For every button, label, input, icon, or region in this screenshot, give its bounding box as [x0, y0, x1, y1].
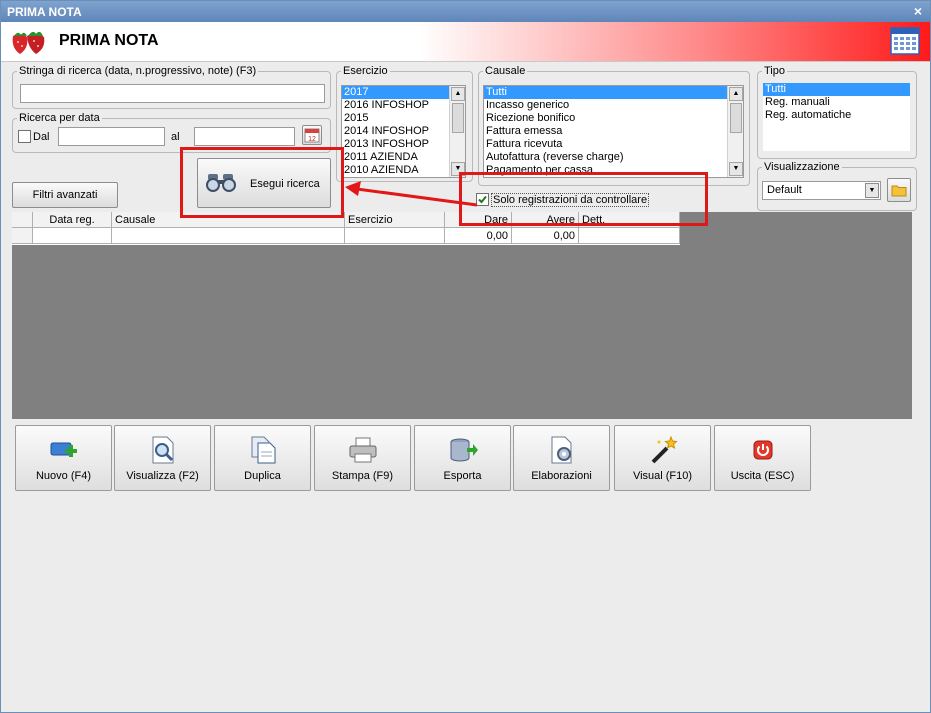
al-label: al [171, 131, 180, 143]
date-search-label: Ricerca per data [19, 112, 100, 124]
folder-icon [891, 185, 907, 197]
page-title: PRIMA NOTA [59, 32, 159, 49]
date-to-field[interactable] [194, 127, 295, 146]
printer-icon [349, 437, 376, 463]
esercizio-label: Esercizio [343, 65, 388, 77]
window-title: PRIMA NOTA [7, 5, 82, 19]
search-label: Stringa di ricerca (data, n.progressivo,… [19, 65, 257, 77]
list-item[interactable]: Fattura ricevuta [484, 138, 743, 151]
processing-button-label: Elaborazioni [531, 470, 592, 482]
chevron-down-icon[interactable]: ▼ [865, 183, 879, 198]
duplicate-button-label: Duplica [244, 470, 281, 482]
visualizzazione-label: Visualizzazione [764, 161, 840, 173]
visual-button[interactable]: Visual (F10) [614, 425, 711, 491]
row-selector[interactable] [12, 228, 33, 244]
table-cell[interactable]: 0,00 [512, 228, 579, 244]
duplicate-icon [251, 436, 275, 464]
svg-text:12: 12 [308, 136, 316, 143]
export-button-label: Esporta [443, 470, 482, 482]
causale-scrollbar[interactable]: ▲ ▼ [727, 86, 743, 177]
print-button-label: Stampa (F9) [331, 470, 394, 482]
new-record-icon [50, 442, 77, 457]
causale-list[interactable]: Tutti Incasso generico Ricezione bonific… [483, 85, 744, 178]
visualizzazione-value: Default [767, 184, 802, 196]
view-button[interactable]: Visualizza (F2) [114, 425, 211, 491]
advanced-filters-button[interactable]: Filtri avanzati [12, 182, 118, 208]
visualizzazione-select[interactable]: Default ▼ [762, 181, 881, 200]
date-from-field[interactable] [58, 127, 165, 146]
list-item[interactable]: Tutti [484, 86, 743, 99]
list-item[interactable]: Tutti [763, 83, 910, 96]
list-item[interactable]: 2016 INFOSHOP [342, 99, 465, 112]
close-icon[interactable]: × [914, 3, 922, 19]
esercizio-list[interactable]: 2017 2016 INFOSHOP 2015 2014 INFOSHOP 20… [341, 85, 466, 178]
list-item[interactable]: 2014 INFOSHOP [342, 125, 465, 138]
list-item[interactable]: Reg. manuali [763, 96, 910, 109]
table-cell[interactable] [579, 228, 680, 244]
scroll-down-icon[interactable]: ▼ [729, 162, 743, 176]
processing-button[interactable]: Elaborazioni [513, 425, 610, 491]
dal-checkbox[interactable] [18, 130, 31, 143]
visual-button-label: Visual (F10) [632, 470, 693, 482]
export-database-icon [450, 438, 478, 462]
exit-button-label: Uscita (ESC) [730, 470, 795, 482]
strawberries-icon [9, 28, 49, 59]
table-cell[interactable] [33, 228, 112, 244]
scroll-up-icon[interactable]: ▲ [729, 87, 743, 101]
processing-gear-icon [551, 436, 571, 464]
print-button[interactable]: Stampa (F9) [314, 425, 411, 491]
column-header-data[interactable]: Data reg. [33, 212, 112, 228]
page-header: PRIMA NOTA [1, 22, 930, 62]
list-item[interactable]: Autofattura (reverse charge) [484, 151, 743, 164]
column-header-esercizio[interactable]: Esercizio [345, 212, 445, 228]
causale-label: Causale [485, 65, 526, 77]
calendar-icon: 12 [304, 128, 320, 143]
list-item[interactable]: Fattura emessa [484, 125, 743, 138]
folder-button[interactable] [887, 178, 911, 202]
calendar-icon[interactable] [890, 27, 920, 58]
list-item[interactable]: Reg. automatiche [763, 109, 910, 122]
dal-label: Dal [33, 131, 50, 143]
scroll-thumb[interactable] [452, 103, 464, 133]
list-item[interactable]: 2011 AZIENDA [342, 151, 465, 164]
tipo-list[interactable]: Tutti Reg. manuali Reg. automatiche [763, 83, 910, 151]
list-item[interactable]: 2013 INFOSHOP [342, 138, 465, 151]
export-button[interactable]: Esporta [414, 425, 511, 491]
row-header-corner [12, 212, 33, 228]
highlight-box-controllare [459, 172, 708, 226]
scroll-up-icon[interactable]: ▲ [451, 87, 465, 101]
view-button-label: Visualizza (F2) [126, 470, 199, 482]
table-cell[interactable] [345, 228, 445, 244]
date-calendar-button[interactable]: 12 [302, 125, 322, 145]
table-cell[interactable]: 0,00 [445, 228, 512, 244]
duplicate-button[interactable]: Duplica [214, 425, 311, 491]
list-item[interactable]: Ricezione bonifico [484, 112, 743, 125]
esercizio-scrollbar[interactable]: ▲ ▼ [449, 86, 465, 177]
exit-power-icon [753, 440, 772, 460]
prima-nota-window: PRIMA NOTA × PRIMA NOTA Stringa di ricer… [0, 0, 931, 713]
magic-wand-icon [651, 435, 678, 464]
highlight-box-search-button [180, 147, 344, 218]
search-input[interactable] [20, 84, 325, 103]
list-item[interactable]: Incasso generico [484, 99, 743, 112]
annotation-arrow-icon [345, 181, 478, 207]
title-bar: PRIMA NOTA × [1, 1, 930, 22]
list-item[interactable]: 2017 [342, 86, 465, 99]
view-document-icon [152, 436, 173, 464]
list-item[interactable]: 2015 [342, 112, 465, 125]
new-button[interactable]: Nuovo (F4) [15, 425, 112, 491]
list-item[interactable]: 2010 AZIENDA [342, 164, 465, 177]
scroll-thumb[interactable] [730, 103, 742, 133]
results-grid[interactable]: Data reg. Causale Esercizio Dare Avere D… [12, 212, 912, 419]
tipo-label: Tipo [764, 65, 785, 77]
table-cell[interactable] [112, 228, 345, 244]
exit-button[interactable]: Uscita (ESC) [714, 425, 811, 491]
new-button-label: Nuovo (F4) [35, 470, 92, 482]
